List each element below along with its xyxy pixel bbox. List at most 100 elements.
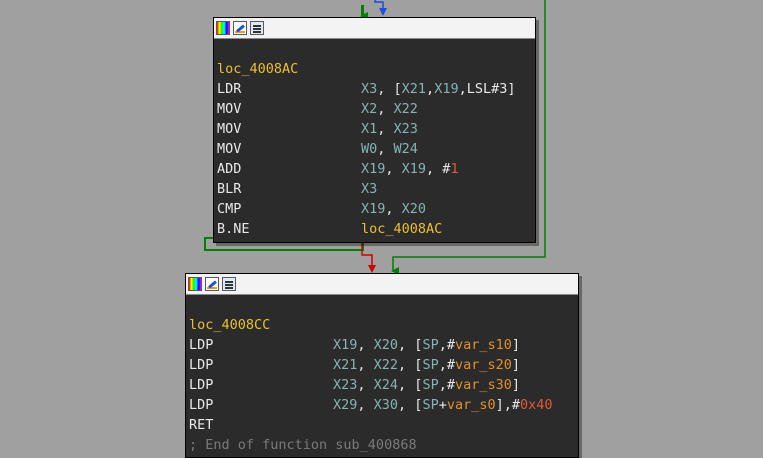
instruction-line[interactable]: LDP X29, X30, [SP+var_s0],#0x40	[189, 395, 575, 415]
block-label[interactable]: loc_4008CC	[189, 315, 575, 335]
register[interactable]: X19	[402, 161, 426, 177]
operand-punct: ,	[426, 81, 435, 97]
operand-punct: ,	[385, 201, 402, 217]
mnemonic: LDP	[189, 357, 214, 373]
operand-punct: ,	[357, 397, 374, 413]
block-label[interactable]: loc_4008AC	[217, 59, 532, 79]
instruction-line[interactable]: MOV W0, W24	[217, 139, 532, 159]
operand-punct: ,	[377, 121, 394, 137]
register[interactable]: W24	[394, 141, 418, 157]
register[interactable]: X21	[333, 357, 357, 373]
instruction-line[interactable]: CMP X19, X20	[217, 199, 532, 219]
basic-block-loc-4008AC[interactable]: loc_4008AC LDR X3, [X21,X19,LSL#3] MOV X2, …	[213, 17, 536, 243]
rename-node-icon[interactable]	[233, 21, 247, 35]
register[interactable]: X19	[434, 81, 458, 97]
register[interactable]: X19	[333, 337, 357, 353]
register[interactable]: SP	[422, 357, 438, 373]
register[interactable]: X21	[402, 81, 426, 97]
operand-punct: ,	[357, 337, 374, 353]
mnemonic: LDP	[189, 397, 214, 413]
register[interactable]: X3	[361, 181, 377, 197]
incoming-edge	[374, 0, 387, 16]
operands: X21, X22, [SP,#var_s20]	[333, 355, 520, 375]
block-code: loc_4008CC LDP X19, X20, [SP,#var_s10] LDP…	[186, 295, 578, 455]
operands: X1, X23	[361, 119, 418, 139]
stack-variable[interactable]: var_s20	[455, 357, 512, 373]
register[interactable]: X3	[361, 81, 377, 97]
mnemonic: BLR	[217, 181, 242, 197]
instruction-line[interactable]: LDP X19, X20, [SP,#var_s10]	[189, 335, 575, 355]
operands: W0, W24	[361, 139, 418, 159]
register[interactable]: X20	[402, 201, 426, 217]
instruction-line[interactable]: BLR X3	[217, 179, 532, 199]
set-node-color-icon[interactable]	[188, 277, 202, 291]
immediate-value: 0x40	[520, 397, 553, 413]
operands: X3	[361, 179, 377, 199]
mnemonic: LDP	[189, 377, 214, 393]
operand-punct: ,#	[438, 337, 455, 353]
operand-punct: ,	[377, 101, 394, 117]
mnemonic: B.NE	[217, 221, 250, 237]
register[interactable]: X22	[394, 101, 418, 117]
instruction-line[interactable]: B.NE loc_4008AC	[217, 219, 532, 239]
register[interactable]: X30	[374, 397, 398, 413]
operands: loc_4008AC	[361, 219, 442, 239]
block-code: loc_4008AC LDR X3, [X21,X19,LSL#3] MOV X2, …	[214, 39, 535, 239]
register[interactable]: X19	[361, 201, 385, 217]
mnemonic: RET	[189, 417, 214, 433]
basic-block-loc-4008CC[interactable]: loc_4008CC LDP X19, X20, [SP,#var_s10] LDP…	[185, 273, 579, 458]
set-node-color-icon[interactable]	[216, 21, 230, 35]
instruction-line[interactable]: MOV X1, X23	[217, 119, 532, 139]
function-end-comment: ; End of function sub_400868	[189, 437, 417, 453]
operand-punct: , [	[398, 357, 423, 373]
register[interactable]: X2	[361, 101, 377, 117]
operand-punct: , [	[377, 81, 402, 97]
register[interactable]: SP	[422, 337, 438, 353]
register[interactable]: X24	[374, 377, 398, 393]
block-toolbar	[214, 18, 535, 39]
operand-punct: ,#	[438, 357, 455, 373]
operands: X3, [X21,X19,LSL#3]	[361, 79, 515, 99]
register[interactable]: X19	[361, 161, 385, 177]
rename-node-icon[interactable]	[205, 277, 219, 291]
graph-overview-icon[interactable]	[222, 277, 236, 291]
operands: X19, X20, [SP,#var_s10]	[333, 335, 520, 355]
register[interactable]: SP	[422, 397, 438, 413]
operand-punct: , [	[398, 337, 423, 353]
register[interactable]: SP	[422, 377, 438, 393]
instruction-line[interactable]: LDP X23, X24, [SP,#var_s30]	[189, 375, 575, 395]
operands: X19, X20	[361, 199, 426, 219]
mnemonic: LDR	[217, 81, 242, 97]
stack-variable[interactable]: var_s10	[455, 337, 512, 353]
register[interactable]: X23	[394, 121, 418, 137]
operands: X23, X24, [SP,#var_s30]	[333, 375, 520, 395]
operand-punct: ]	[511, 337, 521, 353]
register[interactable]: X22	[374, 357, 398, 373]
operand-punct: ,	[357, 377, 374, 393]
register[interactable]: X23	[333, 377, 357, 393]
mnemonic: LDP	[189, 337, 214, 353]
mnemonic: CMP	[217, 201, 242, 217]
branch-target[interactable]: loc_4008AC	[361, 221, 442, 237]
operand-punct: ,	[385, 161, 402, 177]
stack-variable[interactable]: var_s30	[455, 377, 512, 393]
operand-punct: , [	[398, 377, 423, 393]
instruction-line[interactable]: LDP X21, X22, [SP,#var_s20]	[189, 355, 575, 375]
register[interactable]: X1	[361, 121, 377, 137]
instruction-line[interactable]: ADD X19, X19, #1	[217, 159, 532, 179]
register[interactable]: W0	[361, 141, 377, 157]
instruction-line[interactable]: MOV X2, X22	[217, 99, 532, 119]
graph-overview-icon[interactable]	[250, 21, 264, 35]
operands: X19, X19, #1	[361, 159, 459, 179]
register[interactable]: X29	[333, 397, 357, 413]
register[interactable]: X20	[374, 337, 398, 353]
block-toolbar	[186, 274, 578, 295]
instruction-line[interactable]: RET	[189, 415, 575, 435]
instruction-line[interactable]: LDR X3, [X21,X19,LSL#3]	[217, 79, 532, 99]
mnemonic: MOV	[217, 141, 242, 157]
mnemonic: MOV	[217, 101, 242, 117]
immediate-value: 1	[450, 161, 459, 177]
stack-variable[interactable]: var_s0	[447, 397, 496, 413]
operands: X2, X22	[361, 99, 418, 119]
operands: X29, X30, [SP+var_s0],#0x40	[333, 395, 553, 415]
